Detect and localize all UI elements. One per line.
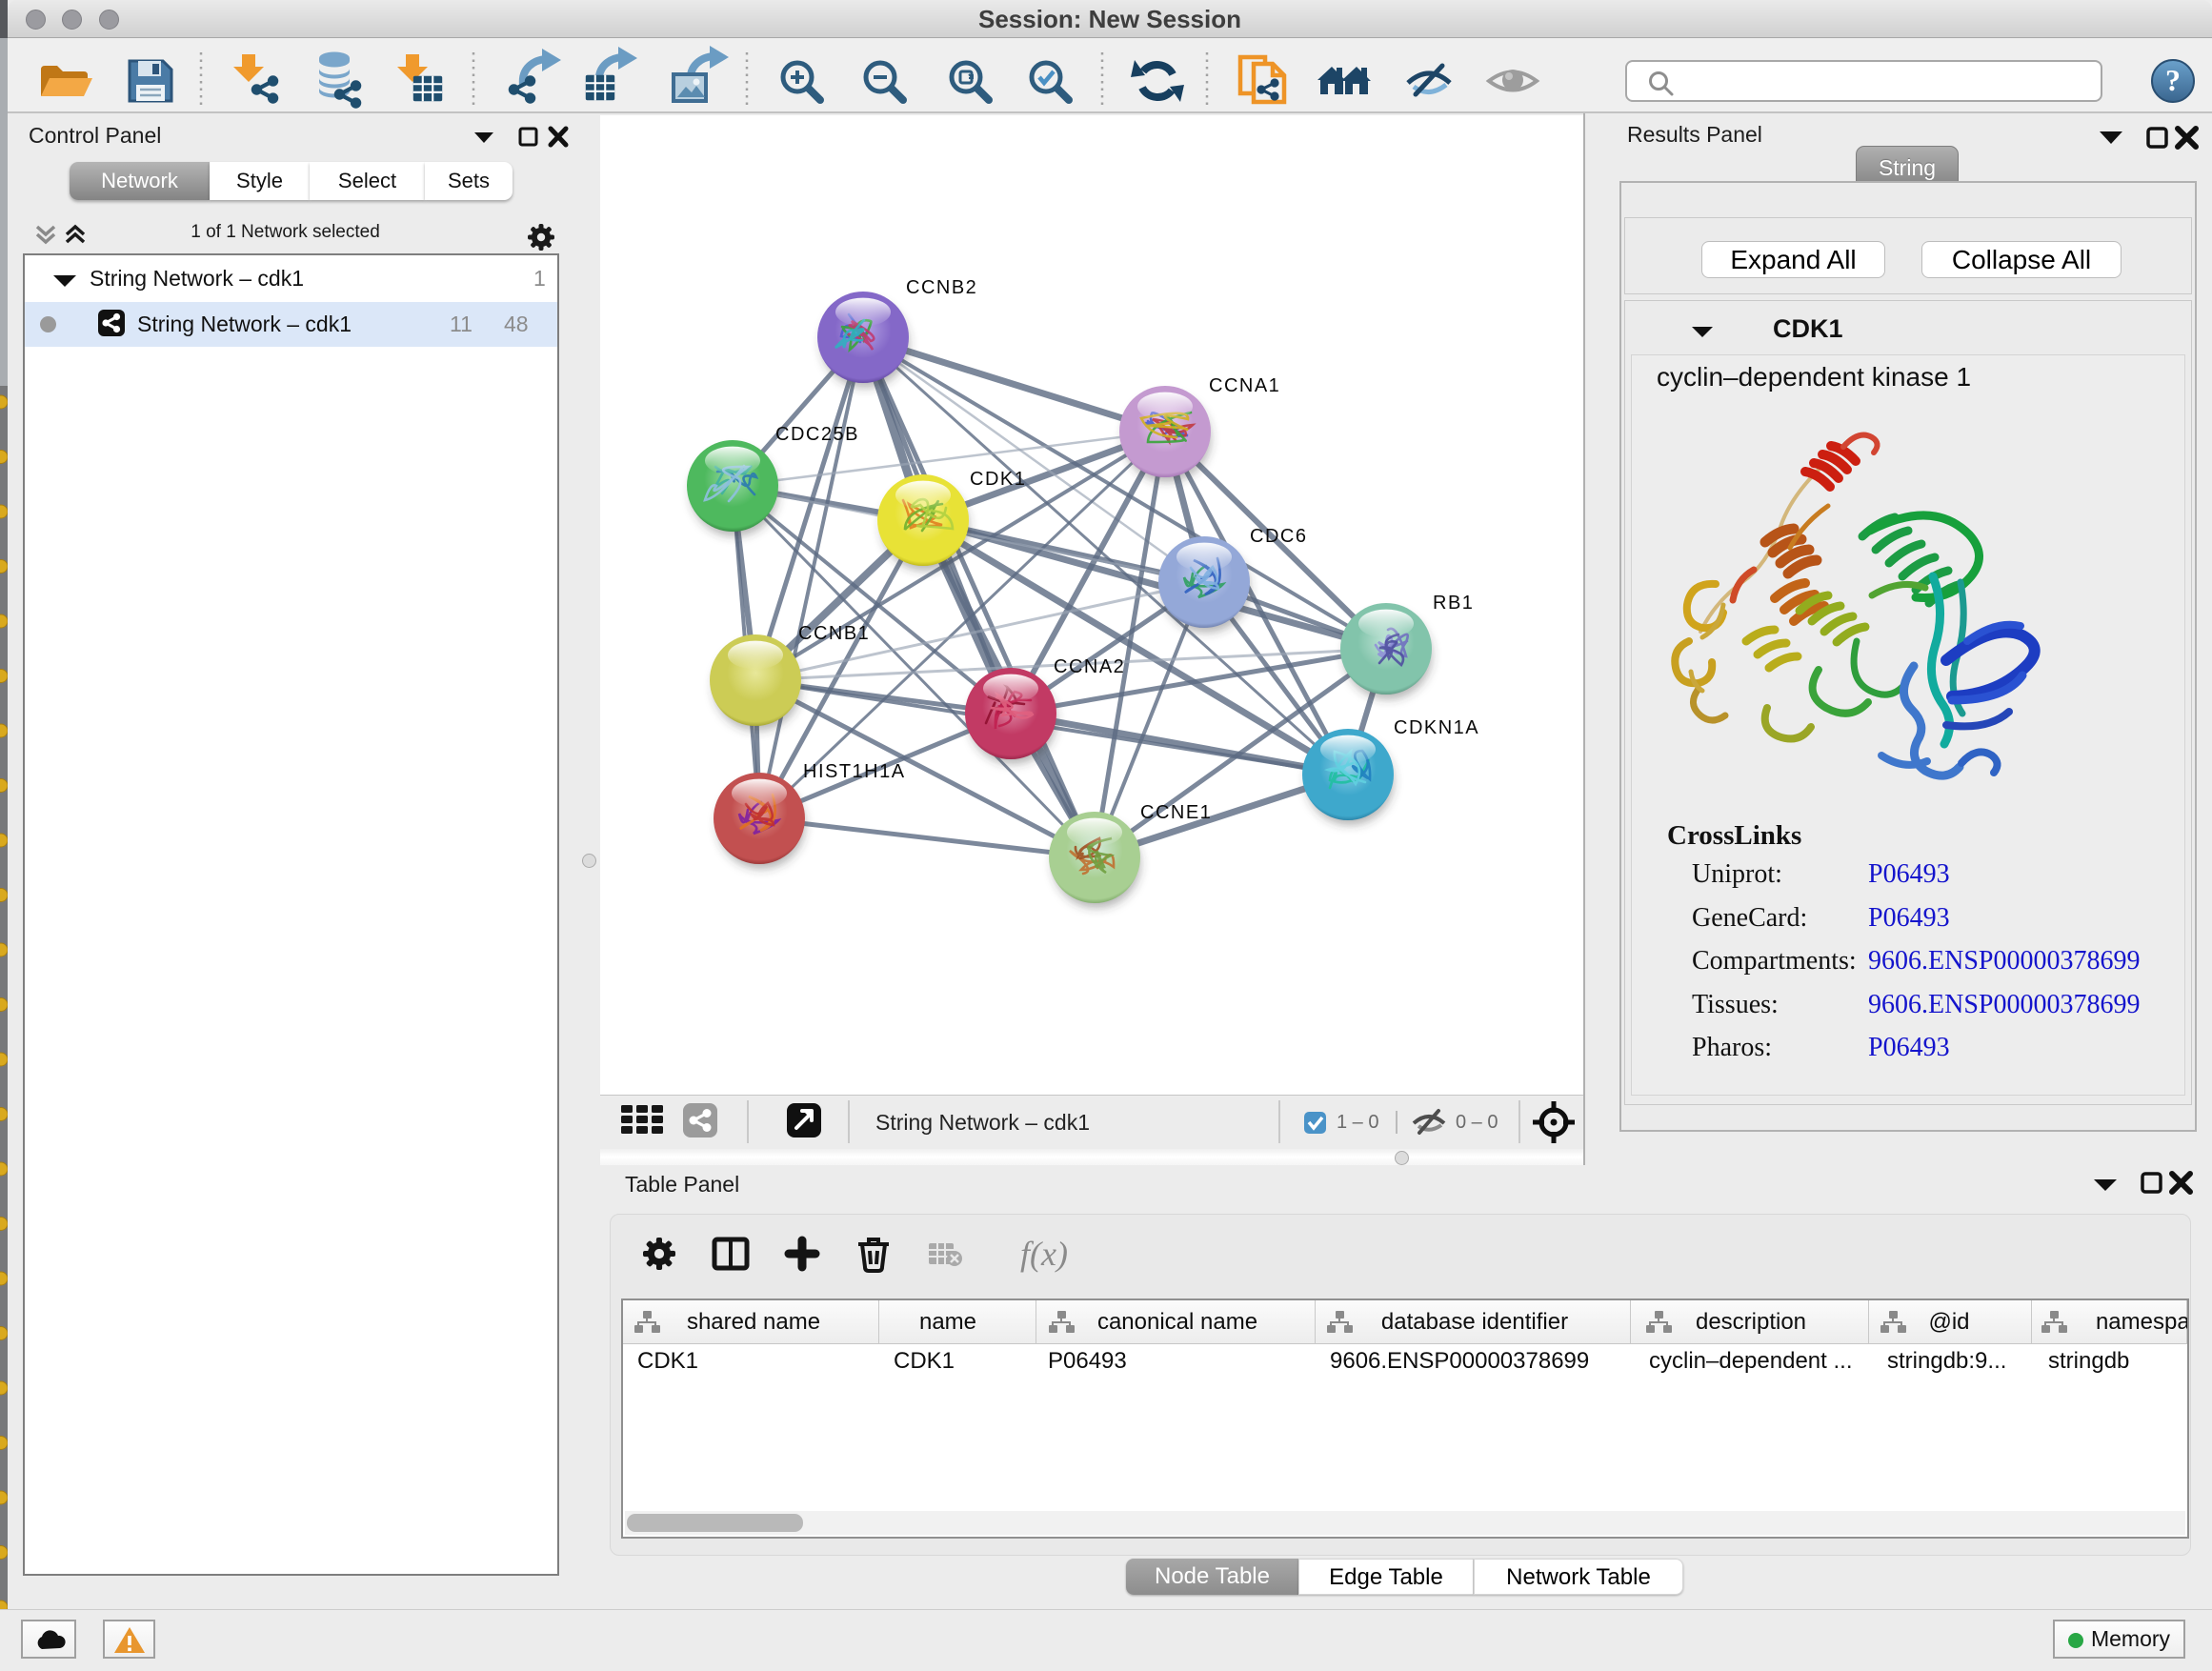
svg-text:RB1: RB1: [1433, 593, 1474, 614]
svg-text:CDC25B: CDC25B: [775, 424, 859, 445]
svg-text:CCNB1: CCNB1: [798, 623, 870, 644]
svg-text:CDKN1A: CDKN1A: [1394, 717, 1479, 738]
svg-text:CCNB2: CCNB2: [906, 277, 977, 298]
svg-text:?: ?: [2165, 63, 2181, 97]
svg-text:CDC6: CDC6: [1250, 526, 1307, 547]
svg-text:CCNA2: CCNA2: [1054, 656, 1125, 677]
svg-text:CCNA1: CCNA1: [1209, 375, 1280, 396]
svg-text:CDK1: CDK1: [970, 469, 1026, 490]
svg-text:CCNE1: CCNE1: [1140, 802, 1212, 823]
svg-text:HIST1H1A: HIST1H1A: [803, 761, 906, 782]
svg-text:f(x): f(x): [1020, 1235, 1068, 1273]
